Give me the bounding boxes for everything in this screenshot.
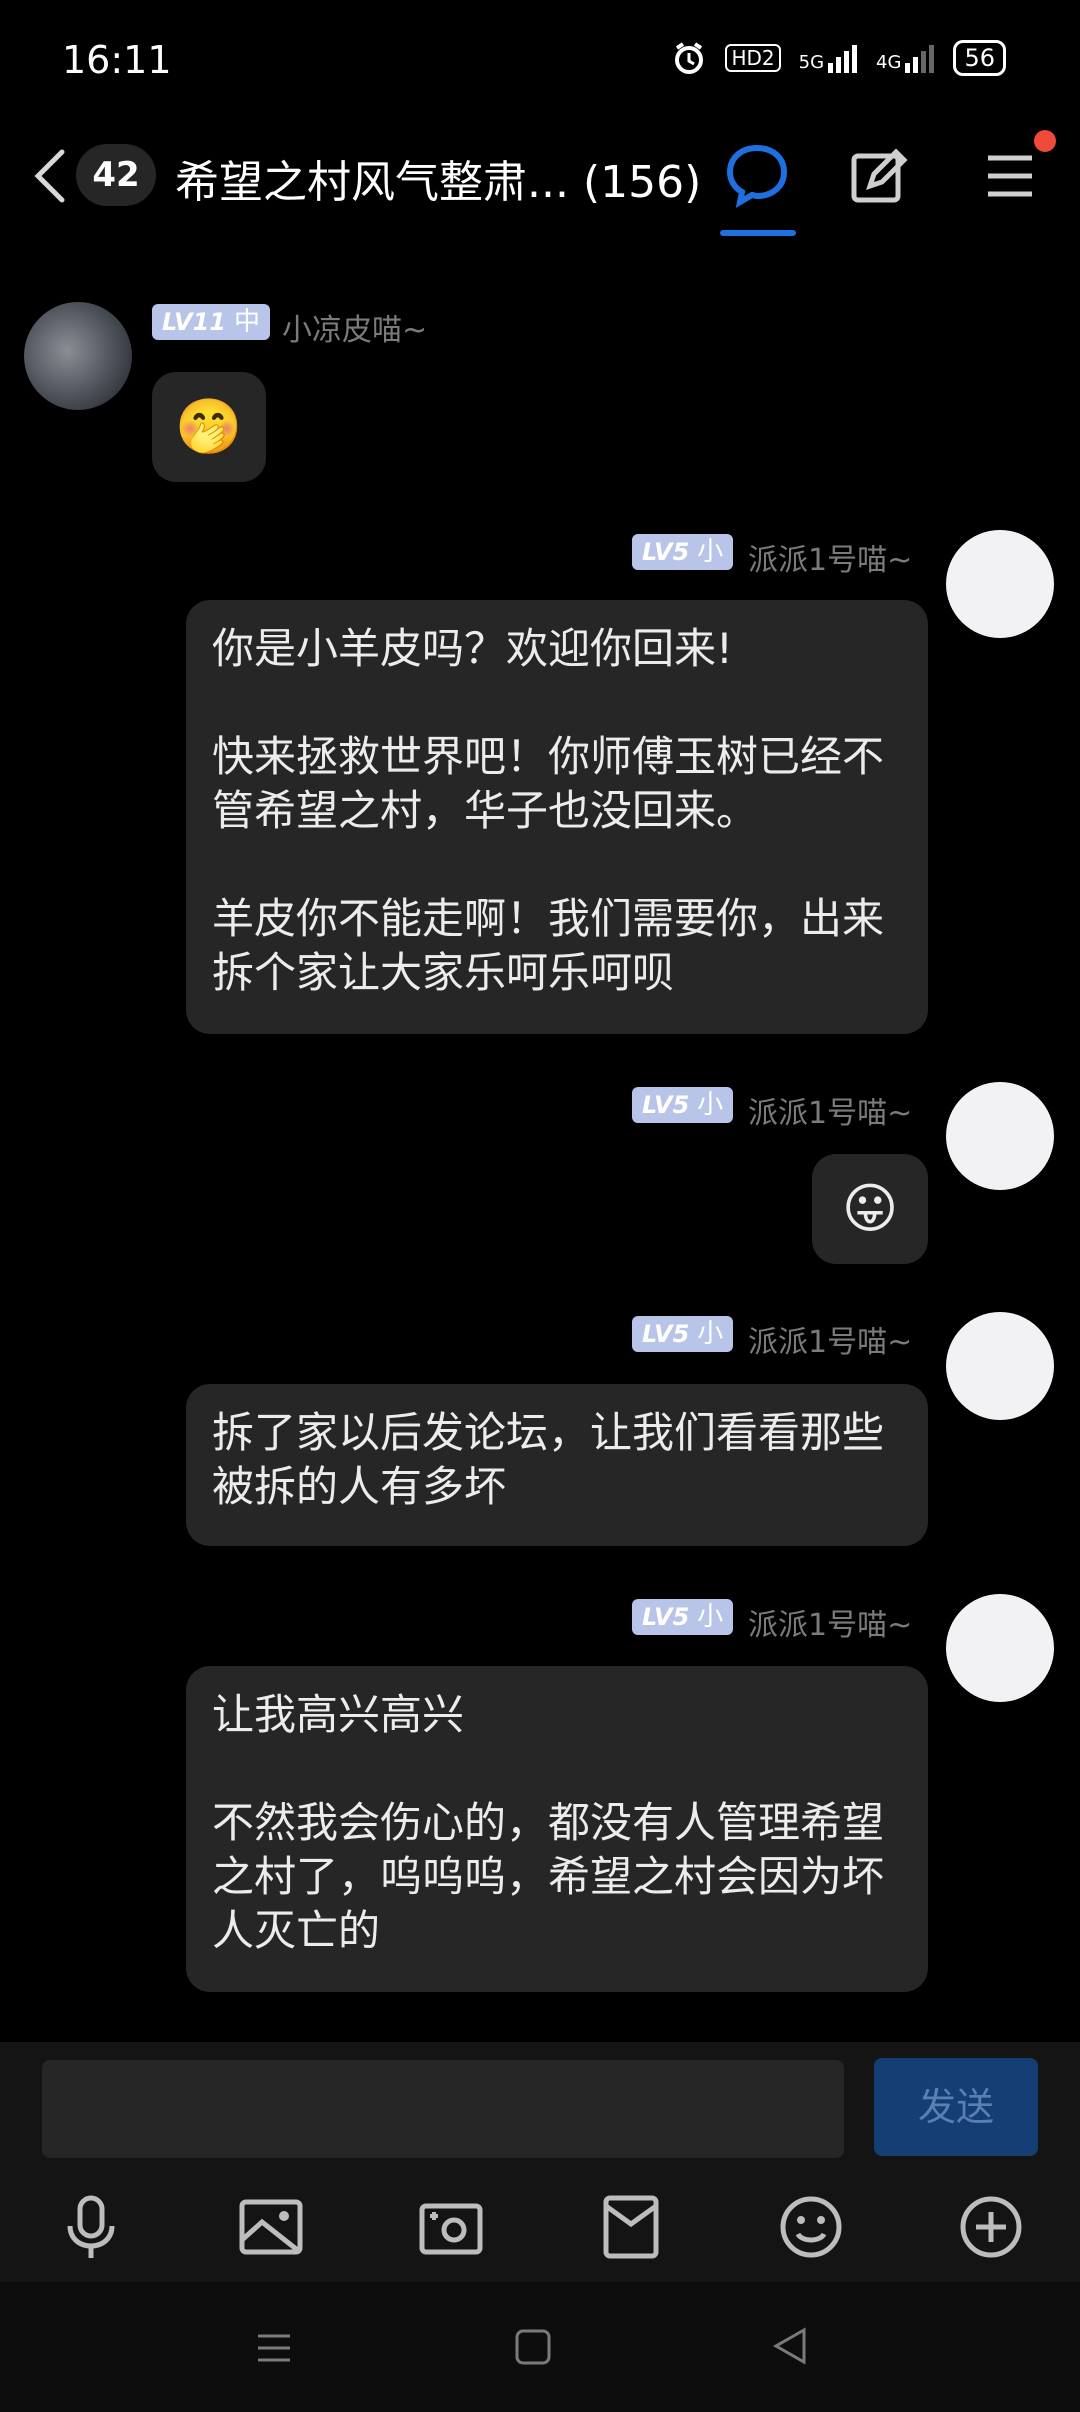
level-badge: LV5 小: [632, 1316, 734, 1352]
back-arrow-icon[interactable]: [30, 148, 70, 204]
message-bubble[interactable]: 🤭: [152, 372, 266, 482]
emoji: 🤭: [175, 395, 243, 458]
message-text: 羊皮你不能走啊！我们需要你，出来拆个家让大家乐呵乐呵呗: [212, 894, 885, 997]
home-icon[interactable]: [514, 2328, 552, 2366]
message-text: 你是小羊皮吗？欢迎你回来!: [212, 624, 733, 673]
alarm-icon: [675, 42, 704, 74]
signal-icon-2: [905, 45, 935, 73]
sender-name: 派派1号喵~: [748, 1096, 913, 1131]
message-bubble[interactable]: 拆了家以后发论坛，让我们看看那些被拆的人有多坏: [186, 1384, 928, 1546]
send-button[interactable]: 发送: [874, 2058, 1038, 2156]
message-bubble[interactable]: 你是小羊皮吗？欢迎你回来! 快来拯救世界吧！你师傅玉树已经不管希望之村，华子也没…: [186, 600, 928, 1034]
sender-name: 派派1号喵~: [748, 543, 913, 578]
active-tab-indicator: [720, 230, 796, 236]
plus-icon[interactable]: [956, 2192, 1026, 2262]
level-badge: LV5 小: [632, 1599, 734, 1635]
avatar[interactable]: [946, 1082, 1054, 1190]
battery-indicator: 56: [953, 40, 1006, 76]
avatar[interactable]: [946, 1594, 1054, 1702]
chat-title[interactable]: 希望之村风气整肃... (156): [175, 146, 701, 210]
message-text: 让我高兴高兴: [212, 1690, 465, 1739]
microphone-icon[interactable]: [56, 2192, 126, 2262]
avatar[interactable]: [24, 302, 132, 410]
level-badge: LV11 中: [152, 304, 270, 340]
message-bubble[interactable]: 😛: [812, 1154, 928, 1264]
level-badge: LV5 小: [632, 1087, 734, 1123]
level-badge: LV5 小: [632, 534, 734, 570]
unread-count-badge[interactable]: 42: [76, 144, 156, 206]
avatar[interactable]: [946, 1312, 1054, 1420]
emoji-icon[interactable]: [776, 2192, 846, 2262]
signal-icon: [828, 45, 858, 73]
network-4g: 4G: [876, 43, 935, 73]
notification-dot: [1034, 130, 1056, 152]
status-icons: HD2 5G 4G 56: [671, 40, 1006, 76]
red-envelope-icon[interactable]: [596, 2192, 666, 2262]
message-text: 不然我会伤心的，都没有人管理希望之村了，呜呜呜，希望之村会因为坏人灭亡的: [212, 1798, 885, 1955]
menu-icon[interactable]: [984, 150, 1036, 202]
image-icon[interactable]: [236, 2192, 306, 2262]
edit-icon[interactable]: [848, 146, 908, 206]
message-text: 拆了家以后发论坛，让我们看看那些被拆的人有多坏: [212, 1408, 885, 1511]
back-nav-icon[interactable]: [770, 2326, 810, 2366]
network-5g: 5G: [799, 43, 858, 73]
chat-bubble-icon[interactable]: [722, 140, 792, 210]
status-time: 16:11: [62, 38, 172, 82]
camera-icon[interactable]: [416, 2192, 486, 2262]
sender-name: 小凉皮喵~: [282, 313, 428, 348]
sender-name: 派派1号喵~: [748, 1325, 913, 1360]
avatar[interactable]: [946, 530, 1054, 638]
message-bubble[interactable]: 让我高兴高兴 不然我会伤心的，都没有人管理希望之村了，呜呜呜，希望之村会因为坏人…: [186, 1666, 928, 1992]
hd-badge: HD2: [725, 44, 781, 72]
sender-name: 派派1号喵~: [748, 1608, 913, 1643]
message-text: 快来拯救世界吧！你师傅玉树已经不管希望之村，华子也没回来。: [212, 732, 885, 835]
recent-apps-icon[interactable]: [256, 2330, 292, 2366]
message-input[interactable]: [42, 2060, 844, 2158]
emoji: 😛: [841, 1177, 899, 1240]
